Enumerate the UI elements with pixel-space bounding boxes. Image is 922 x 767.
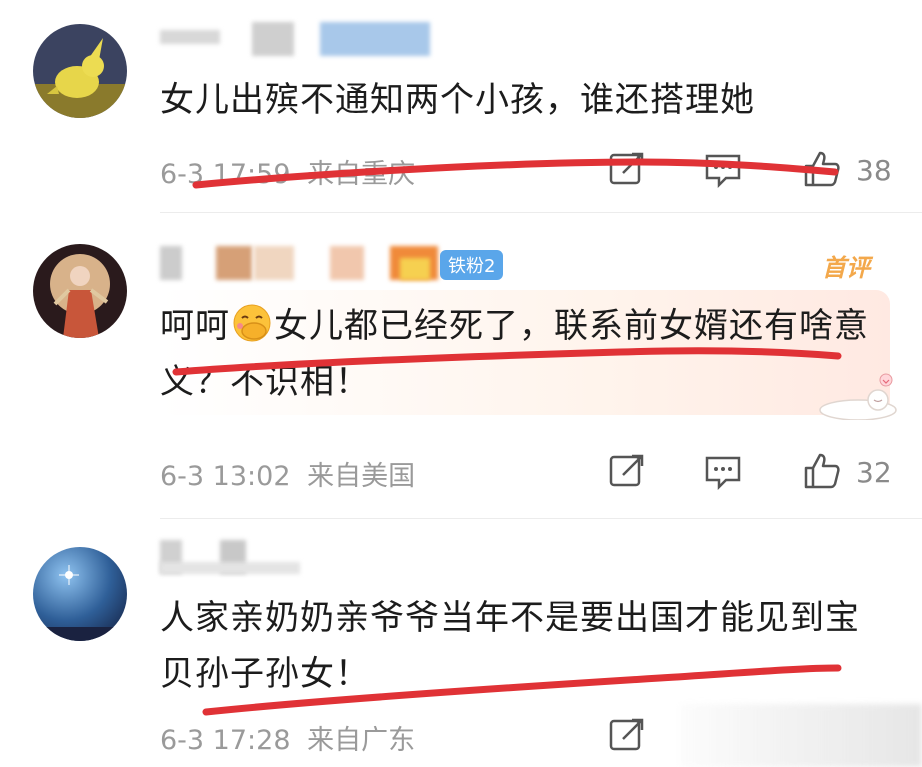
comment-actions: 32: [600, 452, 910, 496]
like-icon[interactable]: [802, 150, 840, 188]
face-with-hand-over-mouth-emoji: [232, 303, 272, 343]
like-count: 32: [856, 456, 892, 489]
like-icon[interactable]: [802, 452, 840, 490]
comment-date: 6-3 17:59: [160, 159, 291, 190]
like-count: 38: [856, 154, 892, 187]
comment-text: 女儿出殡不通知两个小孩，谁还搭理她: [160, 80, 755, 120]
avatar[interactable]: [33, 24, 127, 118]
comment-meta: 6-3 17:59 来自重庆: [160, 152, 415, 191]
comment-actions: 38: [600, 150, 910, 194]
comment-text: 人家亲奶奶亲爷爷当年不是要出国才能见到宝贝孙子孙女！: [160, 598, 860, 694]
comment-text-part: 呵呵: [160, 306, 230, 346]
comment-date: 6-3 17:28: [160, 725, 291, 756]
first-comment-badge: 首评: [822, 254, 870, 282]
share-icon[interactable]: [608, 150, 646, 188]
comment-location: 来自重庆: [307, 159, 416, 190]
username-blurred[interactable]: [160, 540, 420, 574]
avatar-image: [33, 244, 127, 338]
avatar[interactable]: [33, 547, 127, 641]
comment-icon[interactable]: [704, 150, 742, 188]
share-icon[interactable]: [608, 452, 646, 490]
comment-meta: 6-3 17:28 来自广东: [160, 718, 415, 757]
comment-icon[interactable]: [704, 452, 742, 490]
comment-location: 来自美国: [307, 461, 416, 492]
divider: [160, 518, 922, 519]
divider: [160, 212, 922, 213]
cat-sticker: [808, 370, 898, 421]
share-icon[interactable]: [608, 716, 646, 754]
avatar-image: [33, 24, 127, 118]
comment-text: 呵呵 女儿都已经死了，联系前女婿还有啥意义？不识相！: [160, 298, 880, 410]
comment-meta: 6-3 13:02 来自美国: [160, 454, 415, 493]
fan-badge: 铁粉2: [440, 250, 504, 280]
comment-location: 来自广东: [307, 725, 416, 756]
blurred-overlay: [680, 704, 922, 767]
avatar[interactable]: [33, 244, 127, 338]
username-blurred[interactable]: [160, 22, 430, 56]
comment-date: 6-3 13:02: [160, 461, 291, 492]
avatar-image: [33, 547, 127, 641]
